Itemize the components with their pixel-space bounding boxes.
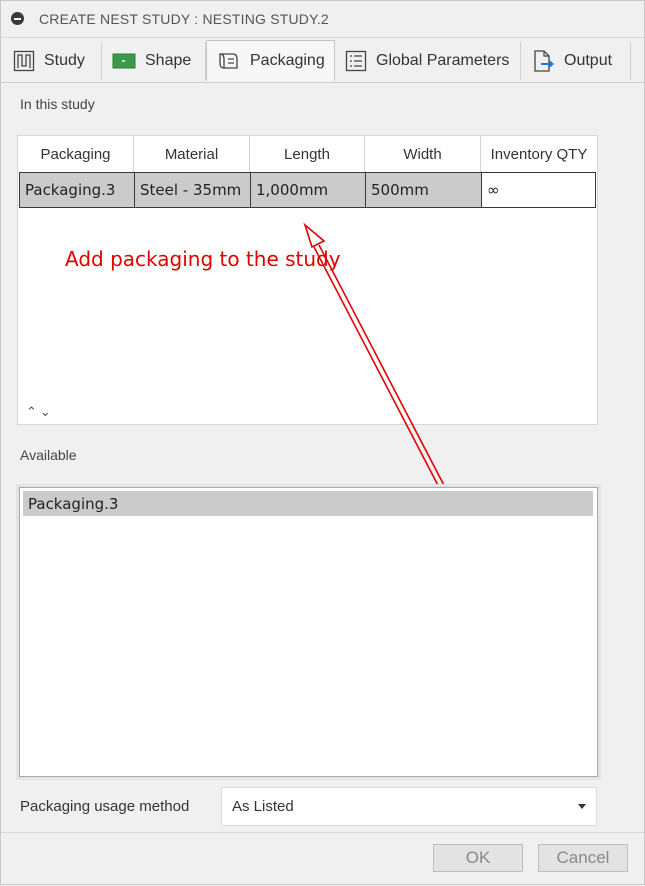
table-header: Packaging Material Length Width Inventor… [18, 136, 597, 172]
tab-bar: Study Shape Packaging Global Parameters … [1, 38, 644, 83]
available-list[interactable]: Packaging.3 [19, 487, 598, 777]
tab-packaging[interactable]: Packaging [206, 40, 335, 81]
tab-study[interactable]: Study [3, 42, 102, 80]
tab-label: Output [564, 52, 613, 69]
cancel-button[interactable]: Cancel [538, 844, 628, 872]
cell-material[interactable]: Steel - 35mm [135, 173, 251, 207]
create-nest-study-dialog: CREATE NEST STUDY : NESTING STUDY.2 Stud… [0, 0, 645, 885]
ok-button[interactable]: OK [433, 844, 523, 872]
study-packaging-table: Packaging Material Length Width Inventor… [17, 135, 598, 425]
column-header-length[interactable]: Length [250, 136, 365, 172]
annotation-text: Add packaging to the study [65, 247, 341, 271]
in-this-study-label: In this study [20, 96, 95, 112]
tab-label: Global Parameters [376, 52, 510, 69]
tab-label: Study [44, 52, 85, 69]
tab-shape[interactable]: Shape [102, 42, 206, 80]
list-item[interactable]: Packaging.3 [23, 491, 593, 516]
list-icon [345, 50, 367, 72]
tab-label: Shape [145, 52, 192, 69]
dialog-title: CREATE NEST STUDY : NESTING STUDY.2 [39, 11, 329, 27]
usage-method-value: As Listed [232, 798, 294, 815]
usage-method-dropdown[interactable]: As Listed [221, 787, 597, 826]
cell-length[interactable]: 1,000mm [251, 173, 366, 207]
study-icon [13, 50, 35, 72]
footer-divider [1, 832, 644, 833]
tab-global-parameters[interactable]: Global Parameters [335, 42, 521, 80]
move-up-down-arrows[interactable]: ⌃⌄ [26, 404, 54, 420]
tab-output[interactable]: Output [521, 42, 631, 80]
table-row[interactable]: Packaging.3 Steel - 35mm 1,000mm 500mm ∞ [19, 172, 596, 208]
packaging-icon [217, 51, 241, 71]
cell-packaging[interactable]: Packaging.3 [20, 173, 135, 207]
chevron-down-icon [578, 804, 586, 809]
cell-inventory-qty[interactable]: ∞ [482, 173, 595, 207]
dialog-titlebar[interactable]: CREATE NEST STUDY : NESTING STUDY.2 [1, 1, 644, 38]
available-label: Available [20, 447, 77, 463]
column-header-packaging[interactable]: Packaging [18, 136, 134, 172]
column-header-material[interactable]: Material [134, 136, 250, 172]
column-header-inventory-qty[interactable]: Inventory QTY [481, 136, 597, 172]
collapse-icon[interactable] [11, 12, 24, 25]
shape-icon [112, 52, 136, 70]
cell-width[interactable]: 500mm [366, 173, 482, 207]
tab-label: Packaging [250, 52, 325, 69]
column-header-width[interactable]: Width [365, 136, 481, 172]
usage-method-label: Packaging usage method [20, 798, 190, 815]
output-icon [531, 49, 555, 73]
